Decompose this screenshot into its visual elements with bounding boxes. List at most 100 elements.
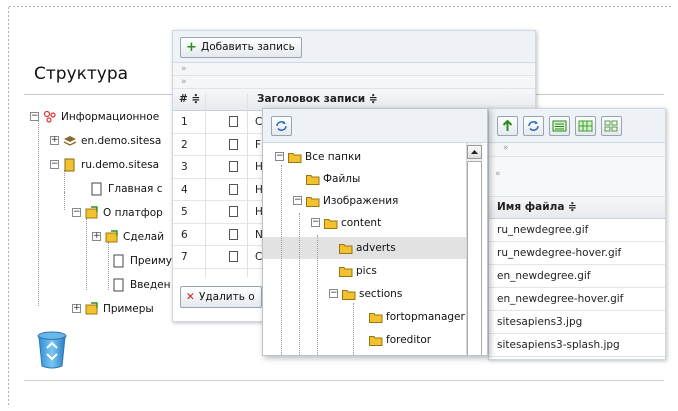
folder-label: sections: [359, 288, 403, 300]
page-icon: [113, 254, 124, 268]
plus-icon: +: [186, 40, 197, 55]
pager-last[interactable]: »: [173, 76, 535, 89]
column-header-number[interactable]: # ≑: [179, 93, 200, 105]
collapse-icon[interactable]: −: [50, 160, 59, 169]
file-row[interactable]: ru_newdegree.gif: [489, 219, 665, 242]
page-title: Структура: [34, 64, 129, 84]
file-row[interactable]: en_newdegree.gif: [489, 265, 665, 288]
collapse-icon[interactable]: −: [275, 152, 284, 161]
delete-record-label: Удалить о: [199, 291, 255, 303]
section-folder-icon: [85, 206, 98, 219]
records-toolbar: + Добавить запись: [173, 31, 535, 63]
folder-label: foreditor: [386, 334, 432, 346]
network-icon: [43, 110, 56, 123]
tree-line: [353, 303, 354, 355]
expand-icon[interactable]: +: [72, 304, 81, 313]
collapse-icon[interactable]: −: [72, 208, 81, 217]
folder-icon: [369, 336, 383, 346]
up-folder-button[interactable]: [497, 116, 518, 136]
row-title: F: [255, 138, 262, 151]
folder-label: Все папки: [305, 151, 362, 163]
tree-item-label: ru.demo.sitesa: [81, 159, 160, 171]
file-row[interactable]: sitesapiens3.jpg: [489, 311, 665, 334]
files-pager-next[interactable]: »: [489, 143, 665, 157]
collapse-icon[interactable]: −: [329, 289, 338, 298]
tree-item-label: О платфор: [103, 207, 163, 219]
page-icon: [91, 182, 102, 196]
tree-item-label: Сделай: [123, 231, 165, 243]
page-icon: [229, 251, 238, 262]
folder-icon: [339, 267, 353, 277]
page-icon: [229, 138, 238, 150]
tree-item-label: Информационное: [61, 111, 160, 123]
panel-divider: [24, 380, 664, 381]
layers-icon: [63, 136, 77, 146]
row-number: 3: [181, 161, 188, 173]
row-number: 2: [181, 138, 188, 151]
page-icon: [229, 161, 238, 172]
collapse-icon[interactable]: −: [311, 218, 320, 227]
refresh-button[interactable]: [523, 116, 544, 136]
folder-icon: [339, 244, 353, 254]
section-folder-icon: [105, 230, 118, 243]
scroll-thumb[interactable]: [467, 161, 482, 355]
tree-item-label: Введен: [130, 279, 171, 291]
list-view-icon: [552, 120, 567, 132]
tree-line: [38, 120, 39, 306]
arrow-up-icon: [502, 119, 513, 131]
column-header-filename[interactable]: Имя файла ≑: [489, 197, 665, 219]
row-number: 7: [181, 251, 188, 263]
folder-label: adverts: [356, 242, 396, 254]
folder-refresh-button[interactable]: [271, 116, 292, 136]
pager-next[interactable]: »: [173, 63, 535, 76]
page-icon: [229, 206, 238, 217]
delete-record-button[interactable]: ✕ Удалить о: [180, 286, 262, 308]
column-divider: [247, 94, 248, 277]
section-folder-icon: [85, 302, 98, 315]
tree-line: [281, 165, 282, 355]
page-folder-icon: [64, 158, 75, 172]
tree-line: [299, 213, 300, 355]
page-icon: [229, 228, 238, 240]
page-icon: [229, 183, 238, 195]
refresh-icon: [528, 121, 539, 131]
frame-border-top: [8, 6, 672, 7]
folder-open-icon: [342, 290, 356, 300]
scroll-up-button[interactable]: [467, 145, 482, 159]
folder-open-icon: [324, 219, 338, 229]
folder-open-icon: [306, 197, 320, 207]
folder-label: pics: [356, 265, 377, 277]
tree-line: [108, 242, 109, 290]
collapse-icon[interactable]: −: [30, 112, 39, 121]
view-list-button[interactable]: [549, 116, 570, 136]
thumbnails-icon: [604, 120, 618, 132]
column-divider: [205, 94, 206, 277]
table-view-icon: [578, 120, 593, 132]
folder-label: fortopmanager: [386, 311, 465, 323]
expand-icon[interactable]: +: [50, 136, 59, 145]
page-icon: [113, 278, 124, 292]
file-row[interactable]: sitesapiens3-splash.jpg: [489, 334, 665, 357]
column-header-title[interactable]: Заголовок записи ≑: [257, 93, 378, 105]
collapse-icon[interactable]: −: [293, 196, 302, 205]
view-thumbs-button[interactable]: [601, 116, 622, 136]
page-icon: [229, 116, 238, 127]
folder-icon: [306, 175, 320, 185]
files-pager-prev[interactable]: «: [489, 157, 665, 197]
tree-line: [64, 170, 65, 206]
files-panel: » « Имя файла ≑ ru_newdegree.gif ru_newd…: [488, 108, 666, 360]
file-row[interactable]: en_newdegree-hover.gif: [489, 288, 665, 311]
tree-item-label: en.demo.sitesa: [81, 135, 162, 147]
folder-open-icon: [288, 153, 302, 163]
tree-item-label: Главная с: [108, 183, 163, 195]
recycle-bin-icon[interactable]: [36, 330, 68, 370]
folder-tree-popup: − Все папки Файлы − Изображения − conten…: [262, 108, 488, 356]
expand-icon[interactable]: +: [92, 232, 101, 241]
row-number: 1: [181, 116, 188, 128]
folder-scrollbar[interactable]: [466, 143, 482, 355]
tree-line: [317, 235, 318, 355]
file-row[interactable]: ru_newdegree-hover.gif: [489, 242, 665, 265]
add-record-button[interactable]: + Добавить запись: [180, 37, 302, 58]
folder-label: Изображения: [323, 195, 399, 207]
view-table-button[interactable]: [575, 116, 596, 136]
